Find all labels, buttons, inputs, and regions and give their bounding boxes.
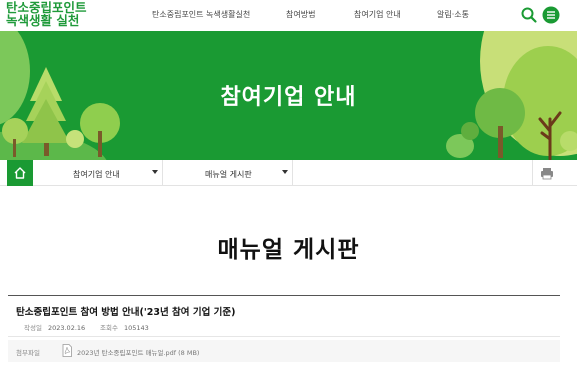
dropdown-page[interactable]: 매뉴얼 게시판 (163, 160, 293, 186)
hero-banner: 참여기업 안내 (0, 31, 577, 160)
home-icon (14, 167, 26, 179)
nav-item-notice[interactable]: 알림·소통 (437, 9, 469, 20)
menu-icon[interactable] (542, 6, 560, 24)
sub-navigation: 참여기업 안내 매뉴얼 게시판 (0, 160, 577, 186)
dropdown-section-label: 참여기업 안내 (73, 170, 120, 179)
print-button[interactable] (532, 160, 560, 186)
date-value: 2023.02.16 (47, 324, 86, 332)
post-title: 탄소중립포인트 참여 방법 안내('23년 참여 기업 기준) (16, 307, 236, 318)
site-header: 탄소중립포인트 녹색생활 실천 탄소중립포인트 녹색생활실천 참여방법 참여기업… (0, 0, 577, 31)
dropdown-page-label: 매뉴얼 게시판 (205, 170, 252, 179)
nav-item-green-life[interactable]: 탄소중립포인트 녹색생활실천 (152, 9, 250, 20)
site-logo[interactable]: 탄소중립포인트 녹색생활 실천 (6, 1, 87, 27)
divider (8, 336, 560, 337)
views-value: 105143 (123, 324, 149, 332)
page-title: 매뉴얼 게시판 (217, 237, 360, 263)
date-label: 작성일 (24, 324, 42, 332)
pdf-file-icon (62, 344, 72, 357)
search-icon[interactable] (520, 6, 538, 24)
nav-item-participation[interactable]: 참여방법 (286, 9, 315, 20)
nav-item-companies[interactable]: 참여기업 안내 (354, 9, 401, 20)
views-label: 조회수 (100, 324, 118, 332)
post-date: 작성일 2023.02.16 (24, 322, 85, 332)
post-views: 조회수 105143 (100, 322, 149, 332)
banner-title: 참여기업 안내 (220, 85, 357, 110)
attachment-file-link[interactable]: 2023년 탄소중립포인트 매뉴얼.pdf (8 MB) (77, 347, 199, 357)
dropdown-section[interactable]: 참여기업 안내 (33, 160, 163, 186)
attachment-label: 첨부파일 (16, 349, 40, 357)
home-button[interactable] (7, 160, 33, 186)
print-icon (541, 168, 553, 180)
logo-line-2: 녹색생활 실천 (6, 13, 80, 28)
chevron-down-icon (152, 170, 158, 174)
chevron-down-icon (282, 170, 288, 174)
board-top-border (8, 295, 560, 296)
